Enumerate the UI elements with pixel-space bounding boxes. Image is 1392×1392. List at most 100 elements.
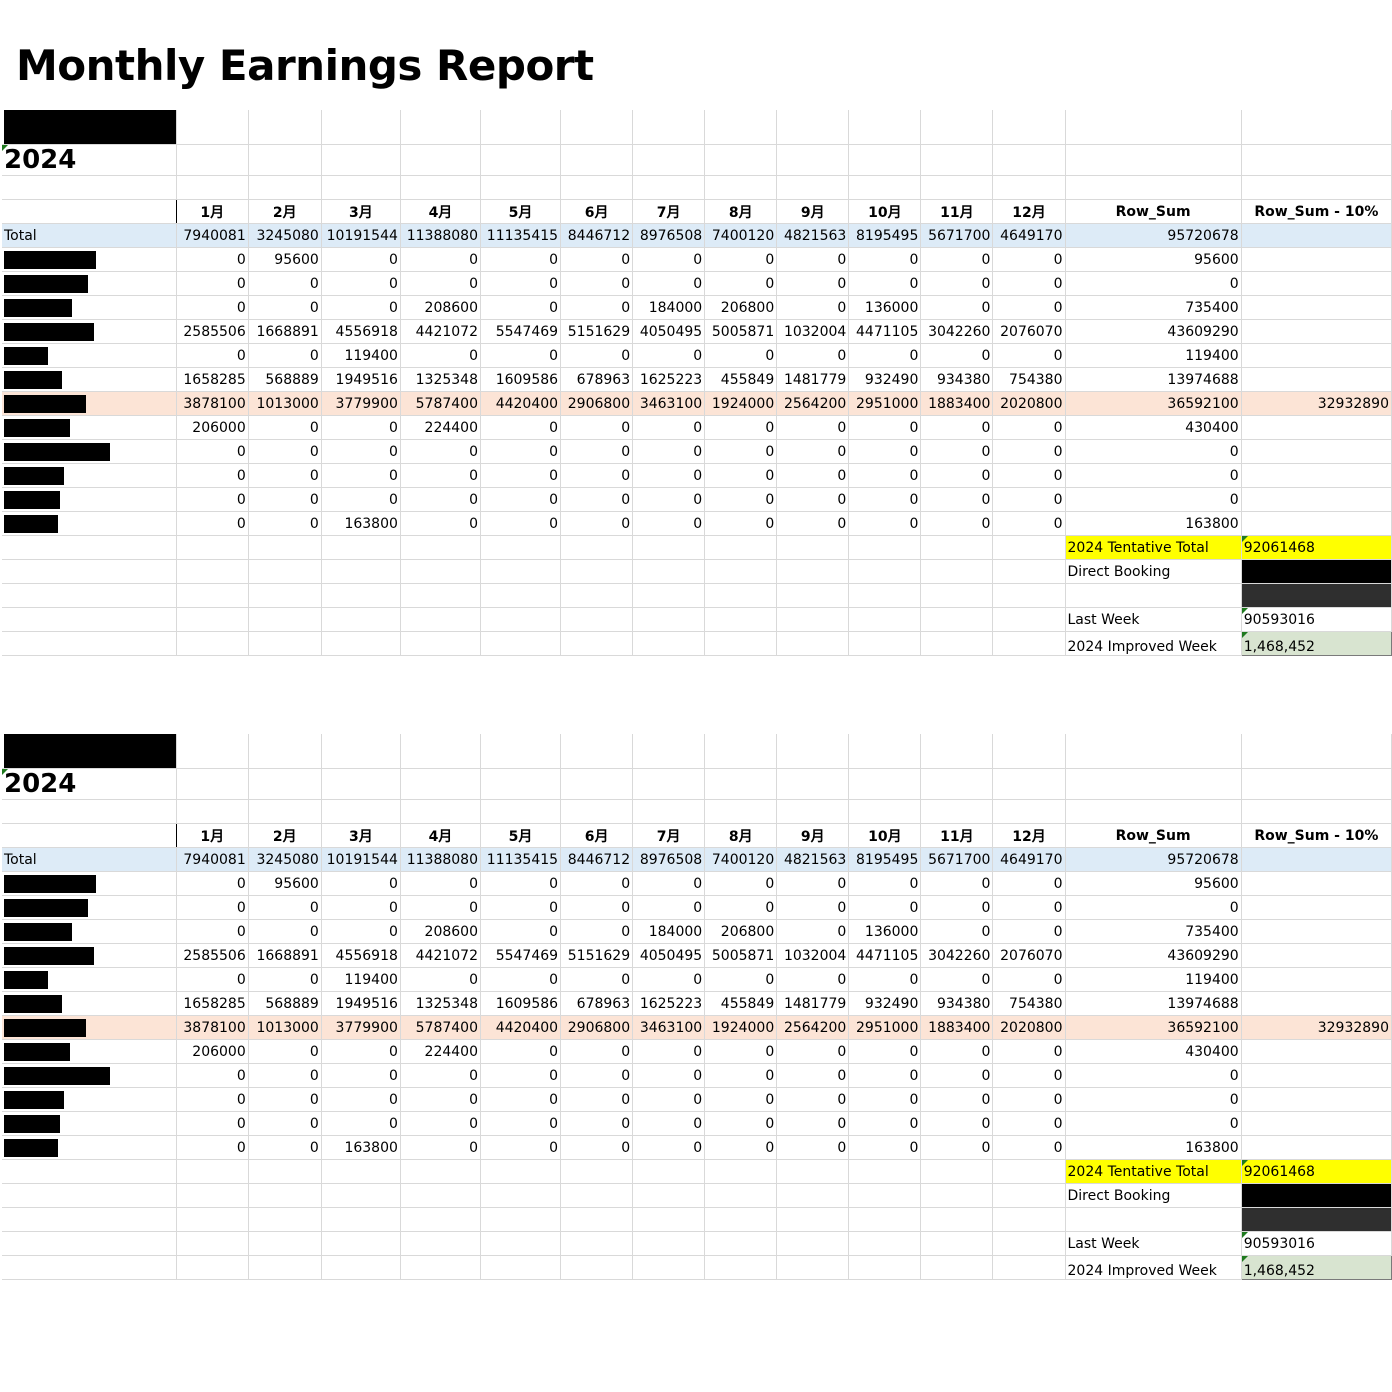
empty-cell[interactable] xyxy=(321,768,401,800)
empty-cell[interactable] xyxy=(1065,734,1242,769)
year-label[interactable]: 2024 xyxy=(2,144,177,176)
empty-cell[interactable] xyxy=(992,799,1066,824)
table-cell[interactable]: 1668891 xyxy=(248,943,322,968)
empty-cell[interactable] xyxy=(1241,144,1392,176)
empty-cell[interactable] xyxy=(992,1231,1066,1256)
total-cell[interactable]: 95720678 xyxy=(1065,223,1242,248)
table-cell[interactable]: 5787400 xyxy=(400,391,481,416)
table-cell[interactable]: 0 xyxy=(776,1135,850,1160)
redacted-summary-value[interactable] xyxy=(1241,583,1392,608)
table-cell[interactable]: 0 xyxy=(1065,463,1242,488)
table-cell[interactable]: 0 xyxy=(776,895,850,920)
empty-cell[interactable] xyxy=(632,559,706,584)
column-header[interactable]: 4月 xyxy=(400,823,481,848)
column-header[interactable]: 9月 xyxy=(776,823,850,848)
table-cell[interactable]: 0 xyxy=(321,295,401,320)
column-header[interactable]: 11月 xyxy=(920,199,994,224)
table-cell[interactable]: 0 xyxy=(920,1111,994,1136)
table-cell[interactable]: 1013000 xyxy=(248,1015,322,1040)
table-cell[interactable]: 0 xyxy=(400,1111,481,1136)
table-cell[interactable]: 0 xyxy=(176,271,249,296)
empty-cell[interactable] xyxy=(248,175,322,200)
total-label[interactable]: Total xyxy=(2,223,177,248)
table-cell[interactable]: 0 xyxy=(920,271,994,296)
empty-cell[interactable] xyxy=(632,175,706,200)
table-cell[interactable]: 0 xyxy=(992,487,1066,512)
empty-cell[interactable] xyxy=(848,768,922,800)
direct-booking-value[interactable] xyxy=(1241,1183,1392,1208)
header-corner[interactable] xyxy=(2,199,177,224)
last-week-value[interactable]: 90593016 xyxy=(1241,1231,1392,1256)
row-name-cell[interactable] xyxy=(2,463,177,488)
table-cell[interactable]: 0 xyxy=(400,1135,481,1160)
empty-cell[interactable] xyxy=(848,631,922,656)
total-cell[interactable]: 4649170 xyxy=(992,223,1066,248)
empty-cell[interactable] xyxy=(632,631,706,656)
table-cell[interactable]: 0 xyxy=(480,1087,562,1112)
total-cell[interactable]: 11135415 xyxy=(480,223,562,248)
table-cell[interactable]: 0 xyxy=(920,247,994,272)
empty-cell[interactable] xyxy=(248,1183,322,1208)
total-cell[interactable]: 3245080 xyxy=(248,847,322,872)
row-name-cell[interactable] xyxy=(2,919,177,944)
table-cell[interactable]: 0 xyxy=(1065,487,1242,512)
table-cell[interactable]: 0 xyxy=(248,487,322,512)
table-cell[interactable]: 0 xyxy=(1065,1111,1242,1136)
empty-cell[interactable] xyxy=(704,799,778,824)
row-name-cell[interactable] xyxy=(2,415,177,440)
empty-cell[interactable] xyxy=(321,1159,401,1184)
table-cell[interactable]: 0 xyxy=(400,463,481,488)
table-cell[interactable] xyxy=(1241,271,1392,296)
tentative-total-label[interactable]: 2024 Tentative Total xyxy=(1065,535,1242,560)
table-cell[interactable]: 0 xyxy=(776,967,850,992)
total-cell[interactable]: 10191544 xyxy=(321,847,401,872)
table-cell[interactable]: 0 xyxy=(176,439,249,464)
empty-cell[interactable] xyxy=(176,1159,249,1184)
empty-cell[interactable] xyxy=(1065,144,1242,176)
table-cell[interactable]: 0 xyxy=(176,487,249,512)
empty-cell[interactable] xyxy=(920,1183,994,1208)
table-cell[interactable]: 0 xyxy=(704,343,778,368)
table-cell[interactable]: 0 xyxy=(632,871,706,896)
table-cell[interactable]: 2906800 xyxy=(560,1015,634,1040)
row-name-cell[interactable] xyxy=(2,439,177,464)
table-cell[interactable]: 0 xyxy=(632,1111,706,1136)
table-cell[interactable]: 1609586 xyxy=(480,367,562,392)
table-cell[interactable]: 95600 xyxy=(1065,247,1242,272)
empty-cell[interactable] xyxy=(848,1159,922,1184)
table-cell[interactable]: 0 xyxy=(920,1063,994,1088)
table-cell[interactable]: 0 xyxy=(400,271,481,296)
empty-cell[interactable] xyxy=(321,535,401,560)
empty-cell[interactable] xyxy=(480,559,562,584)
empty-cell[interactable] xyxy=(920,110,994,145)
table-cell[interactable]: 932490 xyxy=(848,367,922,392)
table-cell[interactable]: 5151629 xyxy=(560,943,634,968)
table-cell[interactable]: 36592100 xyxy=(1065,1015,1242,1040)
table-cell[interactable]: 0 xyxy=(776,295,850,320)
table-cell[interactable] xyxy=(1241,319,1392,344)
empty-cell[interactable] xyxy=(248,535,322,560)
empty-cell[interactable] xyxy=(992,607,1066,632)
table-cell[interactable]: 0 xyxy=(321,439,401,464)
table-cell[interactable] xyxy=(1241,1063,1392,1088)
total-cell[interactable]: 8446712 xyxy=(560,847,634,872)
table-cell[interactable]: 32932890 xyxy=(1241,391,1392,416)
table-cell[interactable]: 455849 xyxy=(704,367,778,392)
table-cell[interactable]: 0 xyxy=(1065,895,1242,920)
empty-cell[interactable] xyxy=(560,535,634,560)
table-cell[interactable]: 0 xyxy=(480,463,562,488)
empty-cell[interactable] xyxy=(776,631,850,656)
column-header[interactable]: 5月 xyxy=(480,199,562,224)
empty-cell[interactable] xyxy=(321,734,401,769)
table-cell[interactable]: 36592100 xyxy=(1065,391,1242,416)
empty-cell[interactable] xyxy=(632,799,706,824)
table-cell[interactable]: 0 xyxy=(321,919,401,944)
empty-cell[interactable] xyxy=(920,559,994,584)
table-cell[interactable]: 0 xyxy=(992,439,1066,464)
table-cell[interactable] xyxy=(1241,919,1392,944)
table-cell[interactable]: 0 xyxy=(480,295,562,320)
table-cell[interactable]: 0 xyxy=(480,487,562,512)
table-cell[interactable]: 0 xyxy=(632,271,706,296)
total-cell[interactable]: 4649170 xyxy=(992,847,1066,872)
empty-cell[interactable] xyxy=(560,1183,634,1208)
